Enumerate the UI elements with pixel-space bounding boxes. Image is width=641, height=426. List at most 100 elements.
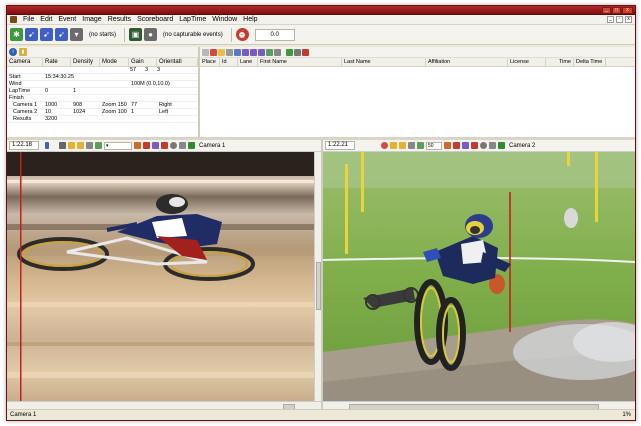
table-row[interactable]: 57 3 3 xyxy=(7,67,198,74)
mark-icon[interactable] xyxy=(471,142,478,149)
minus-icon[interactable] xyxy=(408,142,415,149)
traffic-light-icon[interactable]: ● xyxy=(144,28,158,41)
menu-edit[interactable]: Edit xyxy=(40,16,52,23)
menu-scoreboard[interactable]: Scoreboard xyxy=(137,16,173,23)
col-mode[interactable]: Mode xyxy=(100,58,129,66)
color-icon[interactable] xyxy=(444,142,451,149)
cursor-icon[interactable] xyxy=(45,142,49,149)
tag-icon[interactable] xyxy=(143,142,150,149)
minimize-button[interactable]: _ xyxy=(602,7,611,14)
mdi-close-button[interactable]: x xyxy=(625,16,632,23)
camera-icon[interactable] xyxy=(498,142,505,149)
plus-icon[interactable] xyxy=(95,142,102,149)
flag-icon[interactable] xyxy=(266,48,273,56)
print-image-icon[interactable] xyxy=(179,142,186,149)
remove-icon[interactable] xyxy=(302,48,309,56)
add-icon[interactable] xyxy=(286,48,293,56)
menu-event[interactable]: Event xyxy=(58,16,76,23)
table-row[interactable]: Finish xyxy=(7,95,198,102)
runner-3-icon[interactable] xyxy=(258,48,265,56)
info-icon[interactable]: i xyxy=(9,48,17,56)
contrast-icon[interactable] xyxy=(170,142,177,149)
cell: Left xyxy=(159,109,169,115)
table-row[interactable]: LapTime 0 1 xyxy=(7,88,198,95)
plus-icon[interactable] xyxy=(417,142,424,149)
zoom-select[interactable]: ▾ xyxy=(104,141,132,150)
zoom-select[interactable]: 50 xyxy=(426,141,442,150)
col-orientation[interactable]: Orientati xyxy=(157,58,198,66)
col-place[interactable]: Place xyxy=(200,58,220,66)
start-gun-2-icon[interactable]: ➹ xyxy=(40,28,53,41)
menu-help[interactable]: Help xyxy=(243,16,257,23)
col-density[interactable]: Density xyxy=(71,58,100,66)
camera-1-vertical-scrollbar[interactable] xyxy=(314,152,321,401)
mdi-minimize-button[interactable]: _ xyxy=(607,16,614,23)
capture-icon[interactable]: ▣ xyxy=(129,28,143,41)
table-row[interactable]: Camera 2 10 1024 Zoom 100 1 Left xyxy=(7,109,198,116)
camera-1-time[interactable]: 1:22.18 xyxy=(9,141,39,150)
start-gun-icon[interactable]: ➹ xyxy=(25,28,38,41)
next-icon[interactable] xyxy=(399,142,406,149)
menu-image[interactable]: Image xyxy=(82,16,101,23)
menu-file[interactable]: File xyxy=(23,16,34,23)
manual-start-icon[interactable]: ▾ xyxy=(70,28,83,41)
table-row[interactable]: Results 3200 xyxy=(7,116,198,123)
print-icon[interactable] xyxy=(274,48,281,56)
print-image-icon[interactable] xyxy=(489,142,496,149)
value-field[interactable]: 0.0 xyxy=(254,28,295,41)
lock-icon[interactable]: ▮ xyxy=(19,48,27,56)
grid-icon[interactable] xyxy=(202,48,209,56)
start-gun-3-icon[interactable]: ➹ xyxy=(55,28,68,41)
cell: 100M (0.0,10.0) xyxy=(131,81,170,87)
menu-laptime[interactable]: LapTime xyxy=(179,16,206,23)
col-last-name[interactable]: Last Name xyxy=(342,58,426,66)
close-button[interactable]: x xyxy=(622,7,633,14)
filter-icon[interactable] xyxy=(226,48,233,56)
mdi-restore-button[interactable]: ▫ xyxy=(616,16,623,23)
layout-icon[interactable] xyxy=(59,142,66,149)
menu-window[interactable]: Window xyxy=(212,16,237,23)
prev-icon[interactable] xyxy=(390,142,397,149)
tag-icon[interactable] xyxy=(453,142,460,149)
maximize-button[interactable]: □ xyxy=(612,7,621,14)
sort-icon[interactable] xyxy=(234,48,241,56)
col-first-name[interactable]: First Name xyxy=(258,58,342,66)
runner-2-icon[interactable] xyxy=(250,48,257,56)
col-affiliation[interactable]: Affiliation xyxy=(426,58,508,66)
alarm-icon[interactable]: ⏰ xyxy=(235,28,249,41)
col-time[interactable]: Time xyxy=(546,58,574,66)
col-gain[interactable]: Gain xyxy=(129,58,157,66)
menu-results[interactable]: Results xyxy=(108,16,131,23)
col-rate[interactable]: Rate xyxy=(43,58,71,66)
contrast-icon[interactable] xyxy=(480,142,487,149)
camera-2-time[interactable]: 1:22.21 xyxy=(325,141,355,150)
delete-icon[interactable] xyxy=(210,48,217,56)
minus-icon[interactable] xyxy=(86,142,93,149)
cell: Camera 2 xyxy=(13,109,38,115)
table-row[interactable]: Start 15:34:30.25 xyxy=(7,74,198,81)
camera-2-image[interactable]: 57 xyxy=(323,152,635,401)
table-row[interactable]: Camera 1 1000 908 Zoom 150 77 Right xyxy=(7,102,198,109)
runner-icon[interactable] xyxy=(242,48,249,56)
next-icon[interactable] xyxy=(77,142,84,149)
list-icon[interactable] xyxy=(294,48,301,56)
col-license[interactable]: License xyxy=(508,58,546,66)
color-icon[interactable] xyxy=(134,142,141,149)
arm-icon[interactable]: ✱ xyxy=(10,28,23,41)
prev-icon[interactable] xyxy=(68,142,75,149)
col-id[interactable]: Id xyxy=(220,58,238,66)
results-toolbar xyxy=(200,47,635,58)
stop-icon[interactable] xyxy=(381,142,388,149)
camera-1-label: Camera 1 xyxy=(199,142,226,149)
camera-icon[interactable] xyxy=(188,142,195,149)
col-delta-time[interactable]: Delta Time xyxy=(574,58,606,66)
status-bar: Camera 1 1% xyxy=(7,409,635,420)
athlete-icon[interactable] xyxy=(152,142,159,149)
mark-icon[interactable] xyxy=(161,142,168,149)
table-row[interactable]: Wind 100M (0.0,10.0) xyxy=(7,81,198,88)
search-icon[interactable] xyxy=(218,48,225,56)
col-lane[interactable]: Lane xyxy=(238,58,258,66)
finish-line-image[interactable] xyxy=(7,152,321,401)
col-camera[interactable]: Camera xyxy=(7,58,43,66)
athlete-icon[interactable] xyxy=(462,142,469,149)
